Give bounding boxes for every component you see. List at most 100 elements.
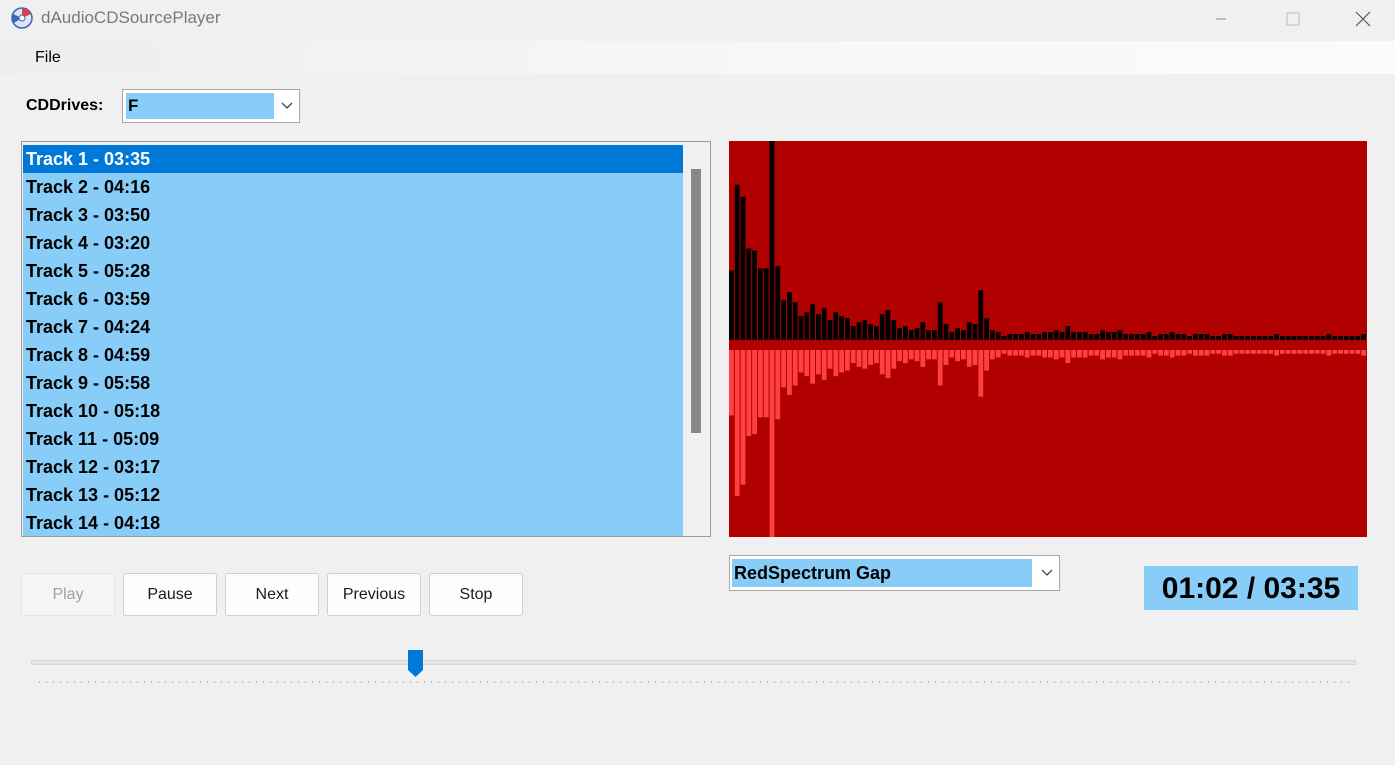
spectrum-bar-upper xyxy=(1280,336,1285,340)
maximize-button[interactable] xyxy=(1270,0,1316,38)
spectrum-bar-upper xyxy=(1193,334,1198,340)
spectrum-bar-lower xyxy=(845,350,850,371)
spectrum-bar-lower xyxy=(1036,350,1042,356)
spectrum-bar-upper xyxy=(1007,334,1013,340)
spectrum-bar-lower xyxy=(1187,350,1192,354)
spectrum-bar-lower xyxy=(810,350,815,384)
spectrum-bar-upper xyxy=(787,292,792,340)
spectrum-bar-lower xyxy=(995,350,1001,358)
spectrum-bar-upper xyxy=(961,330,966,340)
visualizer-selected: RedSpectrum Gap xyxy=(732,559,1032,587)
spectrum-bar-upper xyxy=(966,322,972,340)
chevron-down-icon[interactable] xyxy=(280,99,294,113)
spectrum-bar-upper xyxy=(885,310,891,340)
previous-button[interactable]: Previous xyxy=(327,573,421,616)
track-item[interactable]: Track 7 - 04:24 xyxy=(23,313,683,341)
spectrum-bar-lower xyxy=(1320,350,1326,354)
spectrum-bar-upper xyxy=(1175,334,1181,340)
track-item[interactable]: Track 2 - 04:16 xyxy=(23,173,683,201)
visualizer-combobox[interactable]: RedSpectrum Gap xyxy=(729,555,1060,591)
spectrum-bar-upper xyxy=(874,326,879,340)
spectrum-bar-lower xyxy=(1332,350,1337,354)
spectrum-bar-lower xyxy=(1106,350,1111,358)
spectrum-bar-lower xyxy=(1309,350,1314,354)
spectrum-bar-lower xyxy=(1239,350,1245,354)
track-item[interactable]: Track 4 - 03:20 xyxy=(23,229,683,257)
track-item[interactable]: Track 8 - 04:59 xyxy=(23,341,683,369)
spectrum-bar-lower xyxy=(1019,350,1024,356)
spectrum-bar-upper xyxy=(792,302,798,340)
spectrum-bar-upper xyxy=(1048,332,1053,340)
spectrum-bar-lower xyxy=(1065,350,1071,364)
track-item[interactable]: Track 11 - 05:09 xyxy=(23,425,683,453)
spectrum-bar-lower xyxy=(1140,350,1146,356)
track-item[interactable]: Track 3 - 03:50 xyxy=(23,201,683,229)
spectrum-bar-upper xyxy=(1146,332,1152,340)
spectrum-bar-upper xyxy=(1297,336,1303,340)
spectrum-bar-lower xyxy=(1077,350,1082,358)
spectrum-bar-lower xyxy=(1210,350,1216,354)
spectrum-bar-lower xyxy=(781,350,786,388)
spectrum-bar-lower xyxy=(1262,350,1268,354)
spectrum-bar-lower xyxy=(879,350,885,375)
next-button[interactable]: Next xyxy=(225,573,319,616)
minimize-button[interactable] xyxy=(1198,0,1244,38)
spectrum-bar-lower xyxy=(856,350,862,367)
track-item[interactable]: Track 10 - 05:18 xyxy=(23,397,683,425)
spectrum-bar-lower xyxy=(926,350,931,360)
spectrum-bar-lower xyxy=(1303,350,1308,354)
spectrum-bar-lower xyxy=(1245,350,1250,354)
track-item[interactable]: Track 14 - 04:18 xyxy=(23,509,683,536)
spectrum-bar-upper xyxy=(1019,334,1024,340)
spectrum-bar-lower xyxy=(1285,350,1291,354)
spectrum-bar-lower xyxy=(1338,350,1343,354)
spectrum-bar-lower xyxy=(990,350,995,360)
spectrum-bar-lower xyxy=(868,350,873,365)
track-item[interactable]: Track 12 - 03:17 xyxy=(23,453,683,481)
spectrum-bar-lower xyxy=(1048,350,1053,358)
track-item[interactable]: Track 6 - 03:59 xyxy=(23,285,683,313)
spectrum-bar-upper xyxy=(903,326,908,340)
spectrum-bar-lower xyxy=(729,350,734,416)
track-item[interactable]: Track 1 - 03:35 xyxy=(23,145,683,173)
spectrum-bar-lower xyxy=(943,350,949,365)
spectrum-bar-lower xyxy=(746,350,752,437)
spectrum-bar-lower xyxy=(752,350,757,435)
spectrum-bar-lower xyxy=(775,350,781,420)
scrollbar-thumb[interactable] xyxy=(691,169,701,433)
spectrum-bar-upper xyxy=(1314,336,1320,340)
spectrum-bar-lower xyxy=(1274,350,1279,356)
spectrum-bar-upper xyxy=(926,330,931,340)
spectrum-bar-lower xyxy=(1216,350,1221,354)
close-button[interactable] xyxy=(1340,0,1386,38)
spectrum-bar-lower xyxy=(1251,350,1256,354)
spectrum-bar-upper xyxy=(1169,332,1175,340)
spectrum-bar-lower xyxy=(908,350,914,360)
seek-slider-track[interactable] xyxy=(31,660,1356,665)
track-list[interactable]: Track 1 - 03:35 Track 2 - 04:16 Track 3 - … xyxy=(21,141,711,537)
spectrum-bar-lower xyxy=(827,350,833,369)
spectrum-bar-upper xyxy=(1140,334,1146,340)
pause-button[interactable]: Pause xyxy=(123,573,217,616)
play-button[interactable]: Play xyxy=(21,573,115,616)
spectrum-bar-lower xyxy=(891,350,897,369)
spectrum-bar-upper xyxy=(932,330,937,340)
spectrum-bar-upper xyxy=(879,314,885,340)
title-bar: dAudioCDSourcePlayer xyxy=(0,0,1395,38)
spectrum-bar-upper xyxy=(943,324,949,340)
spectrum-bar-lower xyxy=(1007,350,1013,356)
spectrum-bar-lower xyxy=(1175,350,1181,356)
spectrum-bar-upper xyxy=(1111,332,1117,340)
spectrum-bar-upper xyxy=(827,320,833,340)
stop-button[interactable]: Stop xyxy=(429,573,523,616)
spectrum-bar-lower xyxy=(1343,350,1349,354)
track-item[interactable]: Track 9 - 05:58 xyxy=(23,369,683,397)
cd-drives-combobox[interactable]: F xyxy=(122,89,300,123)
spectrum-bar-upper xyxy=(810,304,815,340)
chevron-down-icon[interactable] xyxy=(1040,566,1054,580)
seek-slider-thumb[interactable] xyxy=(407,649,424,678)
menu-file[interactable]: File xyxy=(35,49,61,67)
track-item[interactable]: Track 13 - 05:12 xyxy=(23,481,683,509)
track-item[interactable]: Track 5 - 05:28 xyxy=(23,257,683,285)
spectrum-bar-lower xyxy=(984,350,989,371)
